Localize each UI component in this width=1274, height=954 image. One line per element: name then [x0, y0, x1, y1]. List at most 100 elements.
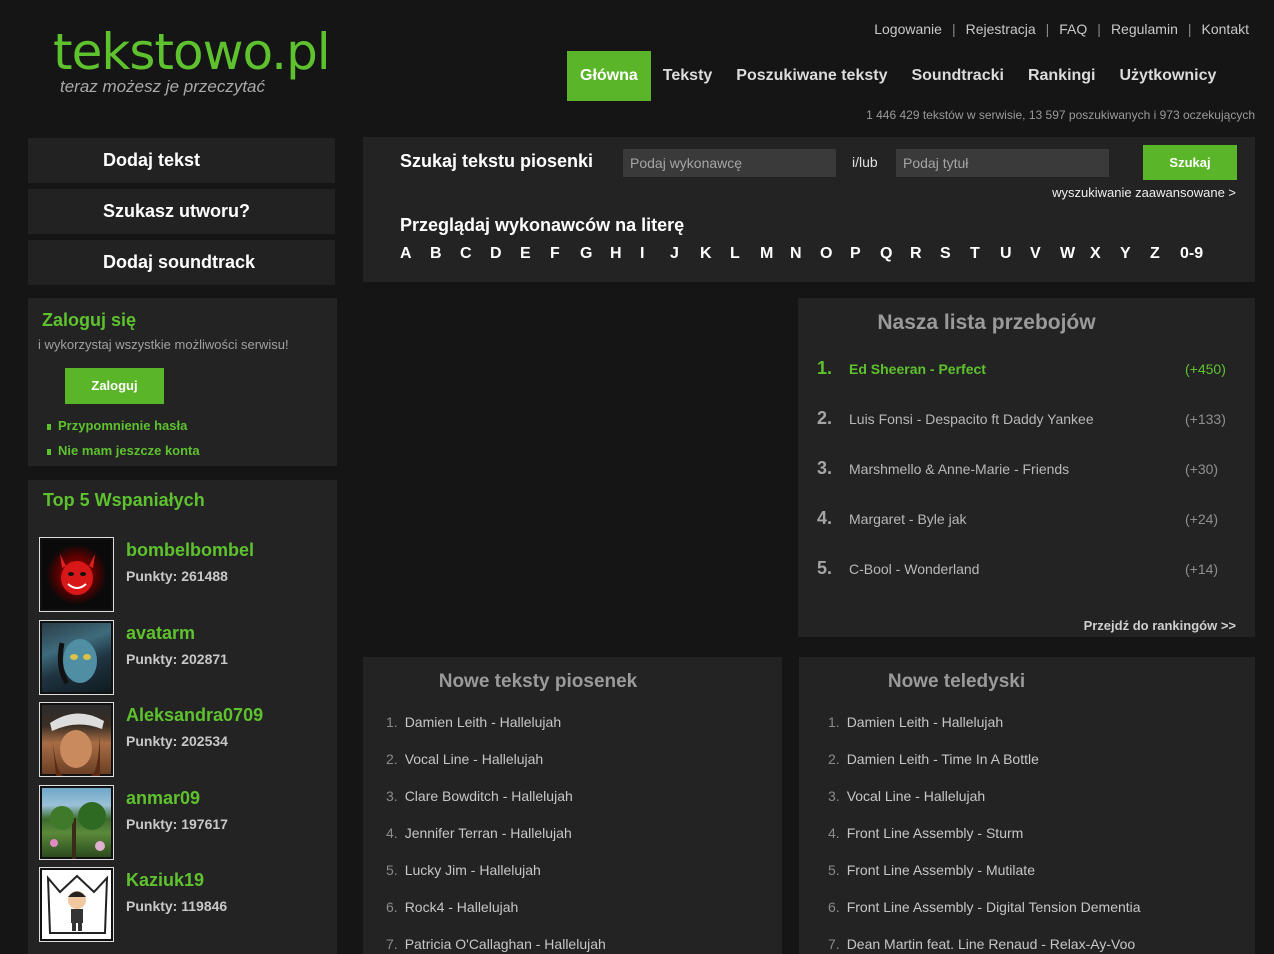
- hit-change: (+30): [1185, 461, 1219, 477]
- search-button[interactable]: Szukaj: [1143, 145, 1237, 180]
- add-soundtrack-button[interactable]: Dodaj soundtrack: [28, 240, 335, 285]
- letter-link[interactable]: G: [580, 245, 610, 263]
- letter-link[interactable]: D: [490, 245, 520, 263]
- item-number: 3.: [386, 788, 398, 804]
- password-reminder-label: Przypomnienie hasła: [58, 418, 188, 433]
- avatar[interactable]: [39, 620, 114, 695]
- letter-link[interactable]: R: [910, 245, 940, 263]
- letter-link[interactable]: O: [820, 245, 850, 263]
- letter-link[interactable]: V: [1030, 245, 1060, 263]
- no-account-link[interactable]: Nie mam jeszcze konta: [47, 443, 200, 458]
- letter-link[interactable]: W: [1060, 245, 1090, 263]
- artist-search-input[interactable]: [623, 149, 836, 177]
- letter-link[interactable]: Y: [1120, 245, 1150, 263]
- letter-link[interactable]: Q: [880, 245, 910, 263]
- top5-title: Top 5 Wspaniałych: [43, 490, 205, 510]
- video-link[interactable]: Damien Leith - Time In A Bottle: [847, 751, 1039, 767]
- avatar[interactable]: [39, 867, 114, 942]
- hit-rank: 3.: [817, 458, 833, 478]
- video-link[interactable]: Front Line Assembly - Sturm: [847, 825, 1024, 841]
- letter-link[interactable]: L: [730, 245, 760, 263]
- letter-link[interactable]: A: [400, 245, 430, 263]
- avatar[interactable]: [39, 537, 114, 612]
- password-reminder-link[interactable]: Przypomnienie hasła: [47, 418, 187, 433]
- contact-link[interactable]: Kontakt: [1202, 21, 1249, 37]
- hit-title-link[interactable]: C-Bool - Wonderland: [849, 561, 979, 577]
- register-link[interactable]: Rejestracja: [966, 21, 1036, 37]
- letter-link[interactable]: B: [430, 245, 460, 263]
- list-item: 7. Patricia O'Callaghan - Hallelujah: [386, 936, 606, 952]
- song-link[interactable]: Damien Leith - Hallelujah: [405, 714, 561, 730]
- nav-lyrics[interactable]: Teksty: [651, 51, 725, 101]
- login-link[interactable]: Logowanie: [874, 21, 942, 37]
- terms-link[interactable]: Regulamin: [1111, 21, 1178, 37]
- advanced-search-link[interactable]: wyszukiwanie zaawansowane >: [1052, 185, 1236, 200]
- letter-link[interactable]: P: [850, 245, 880, 263]
- user-name[interactable]: anmar09: [126, 788, 200, 809]
- user-name[interactable]: avatarm: [126, 623, 195, 644]
- hit-title-link[interactable]: Margaret - Byle jak: [849, 511, 966, 527]
- logo-subtitle: teraz możesz je przeczytać: [60, 77, 266, 96]
- list-item: 4. Jennifer Terran - Hallelujah: [386, 825, 572, 841]
- list-item: 3. Clare Bowditch - Hallelujah: [386, 788, 573, 804]
- letter-link[interactable]: X: [1090, 245, 1120, 263]
- letter-link[interactable]: M: [760, 245, 790, 263]
- hit-title-link[interactable]: Marshmello & Anne-Marie - Friends: [849, 461, 1069, 477]
- go-to-rankings-link[interactable]: Przejdź do rankingów >>: [1084, 618, 1236, 633]
- item-number: 1.: [386, 714, 398, 730]
- letter-link[interactable]: S: [940, 245, 970, 263]
- nav-users[interactable]: Użytkownicy: [1108, 51, 1229, 101]
- letter-link[interactable]: N: [790, 245, 820, 263]
- hit-rank: 5.: [817, 558, 833, 578]
- song-link[interactable]: Jennifer Terran - Hallelujah: [405, 825, 572, 841]
- list-item: 1. Damien Leith - Hallelujah: [828, 714, 1003, 730]
- top-links: Logowanie | Rejestracja | FAQ | Regulamin | …: [874, 21, 1249, 37]
- video-link[interactable]: Vocal Line - Hallelujah: [847, 788, 986, 804]
- letter-link[interactable]: H: [610, 245, 640, 263]
- letter-link[interactable]: C: [460, 245, 490, 263]
- song-link[interactable]: Vocal Line - Hallelujah: [405, 751, 544, 767]
- login-button[interactable]: Zaloguj: [65, 368, 164, 404]
- letter-link[interactable]: T: [970, 245, 1000, 263]
- item-number: 3.: [828, 788, 840, 804]
- faq-link[interactable]: FAQ: [1059, 21, 1087, 37]
- avatar[interactable]: [39, 785, 114, 860]
- user-name[interactable]: bombelbombel: [126, 540, 254, 561]
- letter-link[interactable]: Z: [1150, 245, 1180, 263]
- nav-rankings[interactable]: Rankingi: [1016, 51, 1108, 101]
- add-lyrics-button[interactable]: Dodaj tekst: [28, 138, 335, 183]
- video-link[interactable]: Damien Leith - Hallelujah: [847, 714, 1003, 730]
- letter-link[interactable]: F: [550, 245, 580, 263]
- video-link[interactable]: Dean Martin feat. Line Renaud - Relax-Ay…: [847, 936, 1135, 952]
- list-item: 2. Damien Leith - Time In A Bottle: [828, 751, 1039, 767]
- looking-for-song-button[interactable]: Szukasz utworu?: [28, 189, 335, 234]
- video-link[interactable]: Front Line Assembly - Digital Tension De…: [847, 899, 1141, 915]
- hit-title-link[interactable]: Ed Sheeran - Perfect: [849, 361, 986, 377]
- hit-change: (+24): [1185, 511, 1219, 527]
- letter-link[interactable]: I: [640, 245, 670, 263]
- avatar[interactable]: [39, 702, 114, 777]
- song-link[interactable]: Patricia O'Callaghan - Hallelujah: [405, 936, 606, 952]
- nav-home[interactable]: Główna: [567, 51, 651, 101]
- nav-wanted-lyrics[interactable]: Poszukiwane teksty: [724, 51, 899, 101]
- letter-link[interactable]: 0-9: [1180, 245, 1210, 263]
- navi-avatar-icon: [57, 639, 97, 685]
- user-name[interactable]: Kaziuk19: [126, 870, 204, 891]
- video-link[interactable]: Front Line Assembly - Mutilate: [847, 862, 1035, 878]
- item-number: 7.: [828, 936, 840, 952]
- user-name[interactable]: Aleksandra0709: [126, 705, 263, 726]
- song-link[interactable]: Lucky Jim - Hallelujah: [405, 862, 541, 878]
- title-search-input[interactable]: [896, 149, 1109, 177]
- bullet-icon: [47, 448, 51, 455]
- hit-title-link[interactable]: Luis Fonsi - Despacito ft Daddy Yankee: [849, 411, 1094, 427]
- site-logo[interactable]: tekstowo.pl teraz możesz je przeczytać: [53, 22, 331, 96]
- list-item: 2. Vocal Line - Hallelujah: [386, 751, 543, 767]
- letter-link[interactable]: J: [670, 245, 700, 263]
- song-link[interactable]: Rock4 - Hallelujah: [405, 899, 519, 915]
- nav-soundtracks[interactable]: Soundtracki: [899, 51, 1015, 101]
- letter-link[interactable]: E: [520, 245, 550, 263]
- letter-link[interactable]: U: [1000, 245, 1030, 263]
- letter-link[interactable]: K: [700, 245, 730, 263]
- login-title: Zaloguj się: [42, 310, 137, 330]
- song-link[interactable]: Clare Bowditch - Hallelujah: [405, 788, 573, 804]
